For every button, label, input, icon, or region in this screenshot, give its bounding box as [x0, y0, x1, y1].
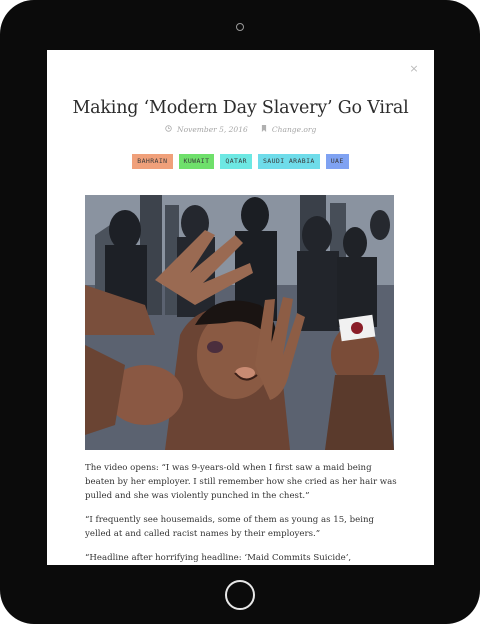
tag-saudi-arabia[interactable]: SAUDI ARABIA [257, 154, 320, 169]
article-modal: × Making ‘Modern Day Slavery’ Go Viral N… [47, 50, 434, 565]
close-icon[interactable]: × [409, 63, 419, 74]
camera-icon [236, 23, 244, 31]
tag-uae[interactable]: UAE [325, 154, 349, 169]
paragraph: The video opens: “I was 9-years-old when… [85, 463, 397, 501]
paragraph: “I frequently see housemaids, some of th… [85, 515, 375, 539]
bookmark-icon [261, 124, 267, 134]
hero-illustration [85, 195, 394, 450]
screen: × Making ‘Modern Day Slavery’ Go Viral N… [47, 50, 434, 565]
article-meta: November 5, 2016 Change.org [47, 124, 434, 134]
clock-icon [164, 124, 172, 134]
article-body: The video opens: “I was 9-years-old when… [85, 461, 397, 565]
tag-qatar[interactable]: QATAR [220, 154, 252, 169]
article-title: Making ‘Modern Day Slavery’ Go Viral [72, 98, 409, 118]
tag-bahrain[interactable]: BAHRAIN [132, 154, 173, 169]
home-button[interactable] [225, 580, 255, 610]
paragraph: “Headline after horrifying headline: ‘Ma… [85, 553, 352, 563]
tag-list: BAHRAIN KUWAIT QATAR SAUDI ARABIA UAE [47, 154, 434, 169]
tablet-device: × Making ‘Modern Day Slavery’ Go Viral N… [0, 0, 480, 624]
article-date: November 5, 2016 [177, 124, 248, 134]
tag-kuwait[interactable]: KUWAIT [178, 154, 215, 169]
article-category[interactable]: Change.org [272, 125, 316, 134]
